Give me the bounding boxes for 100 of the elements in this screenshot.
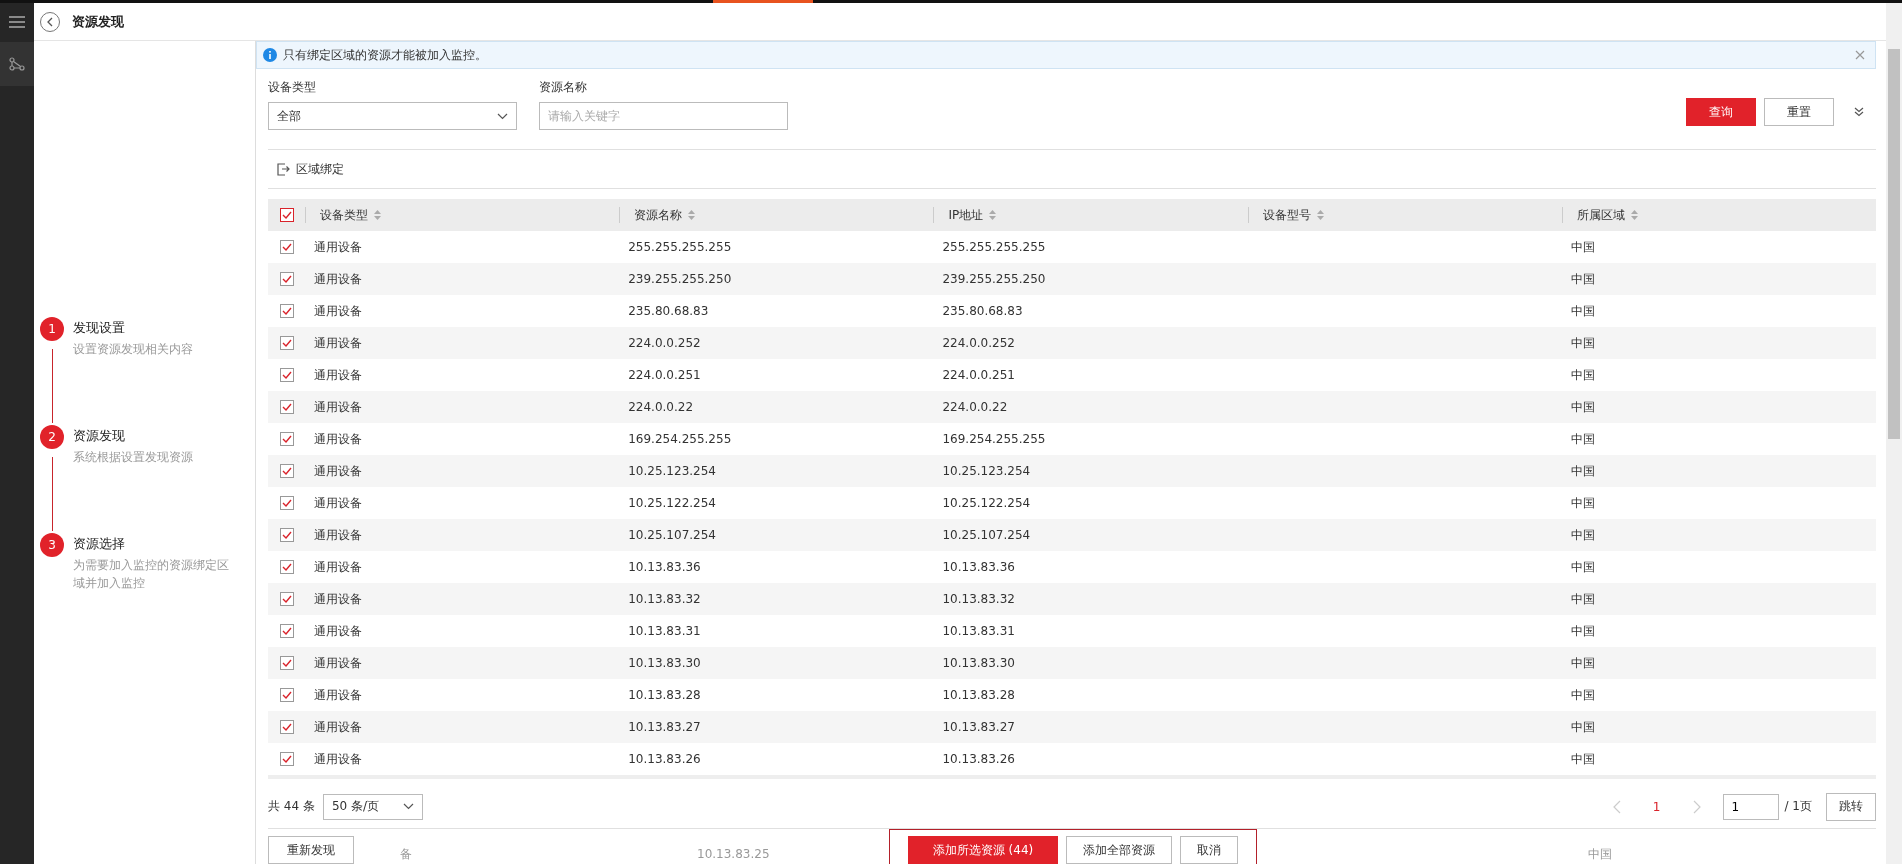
table-cell: 中国 [1570, 463, 1595, 478]
step-description: 为需要加入监控的资源绑定区域并加入监控 [73, 557, 230, 592]
row-checkbox[interactable] [279, 656, 294, 670]
close-icon[interactable] [1855, 50, 1865, 60]
table-cell: 10.13.83.28 [942, 688, 1015, 702]
table-cell: 备 [400, 846, 412, 861]
step-title: 资源发现 [73, 427, 126, 445]
step-title: 发现设置 [73, 319, 126, 337]
table-cell: 224.0.0.252 [628, 336, 701, 350]
device-type-dropdown[interactable]: 全部 [268, 102, 517, 130]
jump-button[interactable]: 跳转 [1826, 792, 1876, 821]
table-cell: 中国 [1570, 431, 1595, 446]
row-checkbox[interactable] [279, 688, 294, 702]
table-cell: 中国 [1588, 846, 1612, 861]
table-cell: 中国 [1570, 591, 1595, 606]
table-cell: 235.80.68.83 [942, 304, 1023, 318]
row-checkbox[interactable] [279, 240, 294, 254]
select-all-checkbox[interactable] [279, 208, 294, 222]
page-title: 资源发现 [72, 12, 124, 31]
table-cell: 中国 [1570, 367, 1595, 382]
row-checkbox[interactable] [279, 496, 294, 510]
row-checkbox[interactable] [279, 304, 294, 318]
table-cell: 10.13.83.36 [628, 560, 701, 574]
table-cell: 10.13.83.27 [942, 720, 1015, 734]
row-checkbox[interactable] [279, 368, 294, 382]
column-header[interactable]: IP地址 [948, 206, 984, 224]
table-cell: 224.0.0.251 [628, 368, 701, 382]
table-cell: 通用设备 [314, 463, 362, 478]
column-header[interactable]: 设备型号 [1262, 206, 1311, 224]
page-input[interactable]: 1 [1722, 793, 1779, 820]
table-cell: 通用设备 [314, 239, 362, 254]
step-number: 3 [40, 533, 64, 557]
table-cell: 255.255.255.255 [942, 240, 1046, 254]
step-number: 1 [40, 317, 64, 341]
step-number: 2 [40, 425, 64, 449]
table-cell: 10.13.83.26 [628, 752, 701, 766]
table-cell: 通用设备 [314, 527, 362, 542]
table-cell: 中国 [1570, 687, 1595, 702]
nav-item[interactable] [0, 42, 34, 86]
table-cell: 通用设备 [314, 719, 362, 734]
field-label: 资源名称 [539, 79, 588, 96]
add-selected-button[interactable]: 添加所选资源 (44) [908, 836, 1058, 864]
table-cell: 224.0.0.251 [942, 368, 1015, 382]
chevron-left-icon [46, 16, 54, 27]
footer-button[interactable]: 取消 [1180, 836, 1238, 864]
table-cell: 10.13.83.28 [628, 688, 701, 702]
step-description: 设置资源发现相关内容 [73, 341, 194, 358]
table-cell: 通用设备 [314, 623, 362, 638]
row-checkbox[interactable] [279, 400, 294, 414]
table-cell: 中国 [1570, 239, 1595, 254]
table-cell: 169.254.255.255 [628, 432, 732, 446]
table-cell: 中国 [1570, 271, 1595, 286]
page-count: / 1页 [1784, 798, 1812, 815]
bind-region-button[interactable]: 区域绑定 [268, 160, 352, 178]
table-cell: 通用设备 [314, 271, 362, 286]
table-cell: 224.0.0.22 [628, 400, 694, 414]
search-field[interactable]: 请输入关键字 [539, 102, 788, 130]
table-cell: 通用设备 [314, 335, 362, 350]
table-cell: 224.0.0.22 [942, 400, 1008, 414]
reset-button[interactable]: 重置 [1764, 98, 1834, 126]
page-size-dropdown[interactable]: 50 条/页 [322, 793, 423, 820]
scrollbar[interactable] [1886, 3, 1902, 864]
column-header[interactable]: 所属区域 [1576, 206, 1625, 224]
table-cell: 通用设备 [314, 655, 362, 670]
back-button[interactable] [40, 11, 60, 32]
table-cell: 中国 [1570, 335, 1595, 350]
column-header[interactable]: 设备类型 [320, 206, 368, 224]
table-cell: 通用设备 [314, 431, 362, 446]
table-cell: 10.13.83.31 [628, 624, 701, 638]
row-checkbox[interactable] [279, 560, 294, 574]
chevron-down-icon [497, 112, 508, 120]
table-cell: 通用设备 [314, 399, 362, 414]
row-checkbox[interactable] [279, 528, 294, 542]
menu-icon[interactable] [9, 16, 25, 28]
column-header[interactable]: 资源名称 [634, 206, 683, 224]
table-cell: 10.13.83.25 [697, 847, 770, 861]
table-cell: 169.254.255.255 [942, 432, 1046, 446]
table-cell: 10.13.83.27 [628, 720, 701, 734]
row-checkbox[interactable] [279, 624, 294, 638]
table-cell: 中国 [1570, 751, 1595, 766]
row-checkbox[interactable] [279, 720, 294, 734]
row-checkbox[interactable] [279, 592, 294, 606]
expand-icon[interactable] [1854, 107, 1864, 117]
table-cell: 10.25.122.254 [628, 496, 716, 510]
row-checkbox[interactable] [279, 432, 294, 446]
row-checkbox[interactable] [279, 336, 294, 350]
table-cell: 通用设备 [314, 367, 362, 382]
table-cell: 10.13.83.30 [628, 656, 701, 670]
notice-text: 只有绑定区域的资源才能被加入监控。 [283, 46, 488, 64]
table-cell: 10.25.122.254 [942, 496, 1031, 510]
table-cell: 10.13.83.31 [942, 624, 1015, 638]
footer-button[interactable]: 添加全部资源 [1066, 836, 1172, 864]
row-checkbox[interactable] [279, 272, 294, 286]
rediscover-button[interactable]: 重新发现 [268, 836, 354, 864]
table-cell: 10.13.83.26 [942, 752, 1015, 766]
table-cell: 中国 [1570, 303, 1595, 318]
query-button[interactable]: 查询 [1686, 98, 1756, 126]
row-checkbox[interactable] [279, 464, 294, 478]
page-number[interactable]: 1 [1652, 799, 1661, 814]
row-checkbox[interactable] [279, 752, 294, 766]
